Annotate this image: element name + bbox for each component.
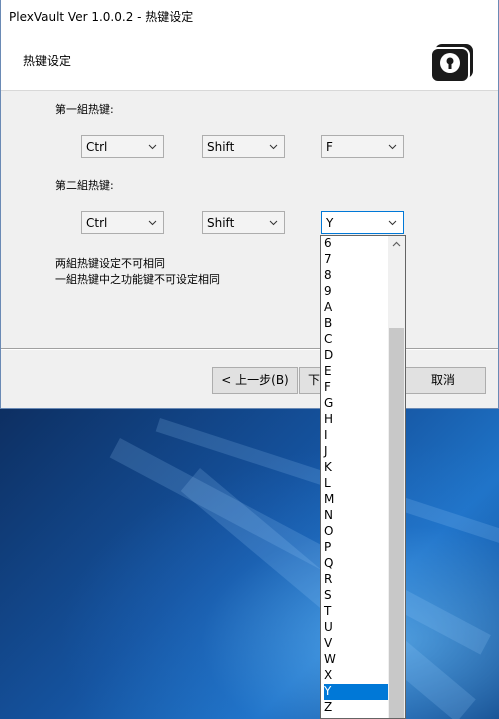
chevron-down-icon: [388, 220, 397, 226]
scroll-up-arrow-icon[interactable]: [388, 236, 405, 253]
chevron-down-icon: [148, 144, 157, 150]
note-line-1: 两組热键设定不可相同: [55, 257, 165, 270]
group1-modifier2-select[interactable]: Shift: [202, 135, 285, 158]
dropdown-item-U[interactable]: U: [324, 620, 388, 636]
dropdown-scrollbar[interactable]: [388, 236, 405, 718]
vault-logo-icon: [430, 44, 473, 82]
dropdown-item-Y[interactable]: Y: [324, 684, 388, 700]
group2-key-value: Y: [326, 216, 334, 230]
dropdown-item-Z[interactable]: Z: [324, 700, 388, 716]
window-title: PlexVault Ver 1.0.0.2 - 热键设定: [9, 10, 194, 24]
dropdown-item-L[interactable]: L: [324, 476, 388, 492]
dropdown-item-G[interactable]: G: [324, 396, 388, 412]
dropdown-item-W[interactable]: W: [324, 652, 388, 668]
group1-key-value: F: [326, 140, 333, 154]
header-title: 热键设定: [23, 54, 72, 68]
dropdown-item-A[interactable]: A: [324, 300, 388, 316]
group2-modifier2-select[interactable]: Shift: [202, 211, 285, 234]
dropdown-item-9[interactable]: 9: [324, 284, 388, 300]
dropdown-item-E[interactable]: E: [324, 364, 388, 380]
group1-modifier1-value: Ctrl: [86, 140, 108, 154]
key-dropdown-list[interactable]: 6789ABCDEFGHIJKLMNOPQRSTUVWXYZ: [320, 235, 406, 719]
divider-highlight: [1, 349, 498, 350]
dialog-header: 热键设定: [1, 30, 498, 91]
dropdown-item-I[interactable]: I: [324, 428, 388, 444]
chevron-down-icon: [269, 144, 278, 150]
dropdown-item-X[interactable]: X: [324, 668, 388, 684]
group2-key-select[interactable]: Y: [321, 211, 404, 234]
chevron-down-icon: [388, 144, 397, 150]
dropdown-item-7[interactable]: 7: [324, 252, 388, 268]
dropdown-item-O[interactable]: O: [324, 524, 388, 540]
dropdown-item-6[interactable]: 6: [324, 236, 388, 252]
dropdown-item-P[interactable]: P: [324, 540, 388, 556]
group2-modifier1-value: Ctrl: [86, 216, 108, 230]
dropdown-item-R[interactable]: R: [324, 572, 388, 588]
scrollbar-thumb[interactable]: [389, 328, 404, 718]
dropdown-item-T[interactable]: T: [324, 604, 388, 620]
cancel-button[interactable]: 取消: [400, 367, 486, 394]
dropdown-item-H[interactable]: H: [324, 412, 388, 428]
dropdown-item-D[interactable]: D: [324, 348, 388, 364]
dropdown-item-F[interactable]: F: [324, 380, 388, 396]
group1-modifier1-select[interactable]: Ctrl: [81, 135, 164, 158]
dropdown-item-8[interactable]: 8: [324, 268, 388, 284]
dropdown-item-J[interactable]: J: [324, 444, 388, 460]
dropdown-item-C[interactable]: C: [324, 332, 388, 348]
title-bar[interactable]: PlexVault Ver 1.0.0.2 - 热键设定: [1, 0, 498, 30]
dropdown-item-S[interactable]: S: [324, 588, 388, 604]
group1-modifier2-value: Shift: [207, 140, 235, 154]
group2-modifier2-value: Shift: [207, 216, 235, 230]
dropdown-item-V[interactable]: V: [324, 636, 388, 652]
dropdown-item-Q[interactable]: Q: [324, 556, 388, 572]
group1-label: 第一組热键:: [55, 103, 114, 116]
desktop-wallpaper: [0, 408, 499, 719]
group2-modifier1-select[interactable]: Ctrl: [81, 211, 164, 234]
dropdown-item-K[interactable]: K: [324, 460, 388, 476]
chevron-down-icon: [148, 220, 157, 226]
note-line-2: 一組热键中之功能键不可设定相同: [55, 273, 220, 286]
back-button[interactable]: < 上一步(B): [212, 367, 298, 394]
dropdown-item-N[interactable]: N: [324, 508, 388, 524]
hotkey-dialog: PlexVault Ver 1.0.0.2 - 热键设定 热键设定 第一組热键:…: [0, 0, 499, 409]
chevron-down-icon: [269, 220, 278, 226]
dropdown-item-B[interactable]: B: [324, 316, 388, 332]
group1-key-select[interactable]: F: [321, 135, 404, 158]
dropdown-item-M[interactable]: M: [324, 492, 388, 508]
group2-label: 第二組热键:: [55, 179, 114, 192]
